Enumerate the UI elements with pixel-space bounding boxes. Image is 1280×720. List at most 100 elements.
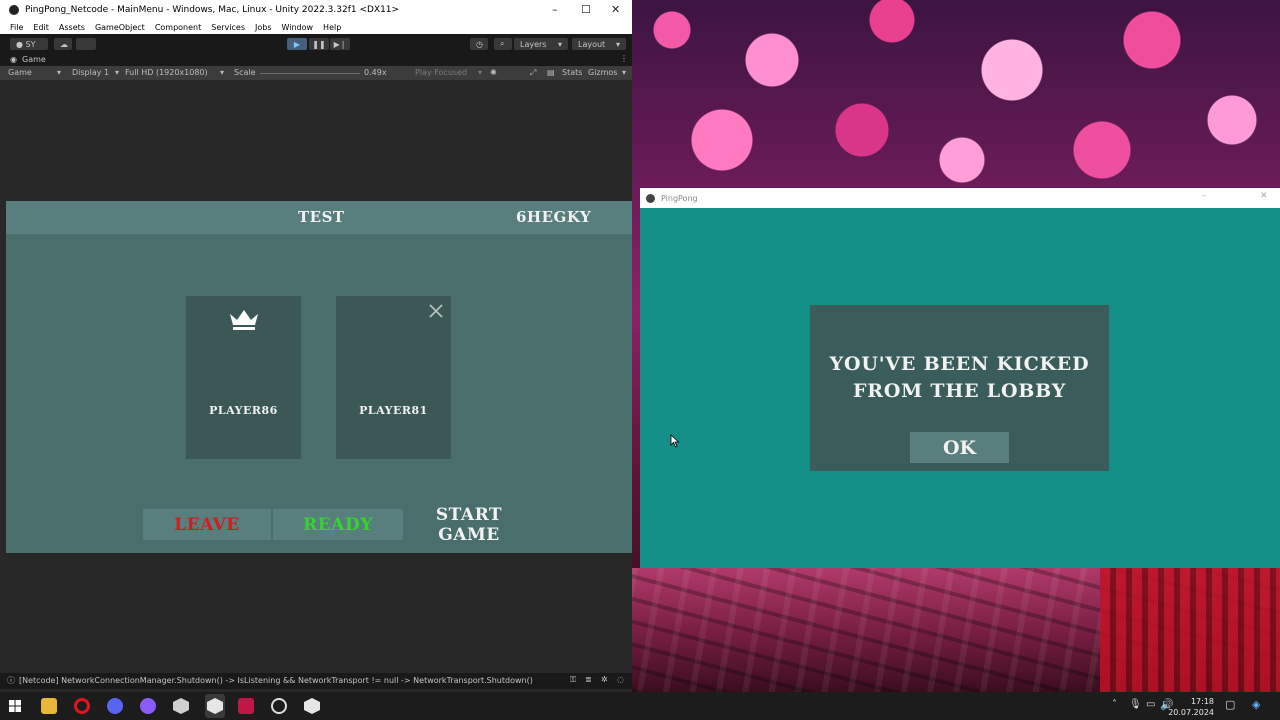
close-icon[interactable] — [428, 303, 444, 319]
minimize-icon[interactable]: – — [552, 3, 558, 16]
unity-menubar: File Edit Assets GameObject Component Se… — [0, 20, 632, 34]
close-icon[interactable]: ✕ — [1260, 191, 1268, 201]
obs-icon[interactable] — [271, 698, 287, 714]
resolution-chevron-down-icon: ▾ — [220, 68, 225, 77]
layers-label: Layers — [520, 39, 547, 49]
tab-menu-icon[interactable]: ⋮ — [620, 54, 628, 63]
scale-slider[interactable] — [260, 73, 360, 74]
resolution-dropdown[interactable]: Full HD (1920x1080) — [125, 68, 208, 77]
layers-stack-icon[interactable]: ≣ — [585, 675, 592, 684]
game-view-dropdown[interactable]: Game — [8, 68, 32, 77]
menu-jobs[interactable]: Jobs — [255, 23, 272, 32]
tray-overflow-chevron-icon[interactable]: ˄ — [1112, 699, 1117, 710]
info-icon: ⓘ — [7, 676, 15, 685]
layout-dropdown[interactable]: Layout ▾ — [572, 38, 626, 50]
unity-logo-icon — [9, 5, 19, 15]
tray-date[interactable]: 20.07.2024 — [1168, 708, 1214, 717]
player-card-guest: PLAYER81 — [336, 296, 451, 459]
leave-button[interactable]: LEAVE — [143, 509, 271, 540]
lobby-code[interactable]: 6HEGKY — [516, 208, 591, 226]
scale-value: 0.49x — [364, 68, 387, 77]
maximize-icon[interactable]: ☐ — [581, 3, 591, 16]
discord-icon[interactable] — [107, 698, 123, 714]
play-focused-chevron-down-icon: ▾ — [478, 68, 483, 77]
github-desktop-icon[interactable] — [140, 698, 156, 714]
gizmos-button[interactable]: Gizmos — [588, 68, 617, 77]
layout-label: Layout — [578, 39, 606, 49]
pingpong-window-title: PingPong — [661, 193, 698, 203]
menu-component[interactable]: Component — [155, 23, 201, 32]
crown-icon — [230, 310, 258, 330]
unity-hub-icon[interactable] — [173, 698, 189, 714]
layers-dropdown[interactable]: Layers ▾ — [514, 38, 568, 50]
toolbar-blank-button[interactable] — [76, 38, 96, 50]
stats-button[interactable]: Stats — [562, 68, 582, 77]
account-icon: ● — [16, 39, 26, 49]
widgets-icon[interactable]: ◈ — [1252, 698, 1260, 711]
layout-chevron-down-icon: ▾ — [615, 39, 620, 49]
menu-file[interactable]: File — [10, 23, 23, 32]
display-chevron-down-icon: ▾ — [115, 68, 120, 77]
file-explorer-icon[interactable] — [41, 698, 57, 714]
debug-icon[interactable]: ✲ — [601, 675, 608, 684]
menu-window[interactable]: Window — [282, 23, 314, 32]
play-focused-dropdown[interactable]: Play Focused — [415, 68, 467, 77]
network-icon[interactable]: ▭ — [1146, 699, 1155, 710]
lock-icon[interactable]: ⚿ — [570, 675, 576, 685]
lobby-name: TEST — [298, 208, 345, 226]
game-view-lobby — [6, 201, 632, 553]
console-status-bar[interactable]: ⓘ [Netcode] NetworkConnectionManager.Shu… — [0, 673, 632, 689]
tray-time[interactable]: 17:18 — [1191, 697, 1214, 706]
opera-browser-icon[interactable] — [74, 698, 90, 714]
close-icon[interactable]: ✕ — [611, 3, 620, 16]
game-tab-icon: ◉ — [10, 55, 17, 64]
rider-icon[interactable] — [238, 698, 254, 714]
ready-button[interactable]: READY — [273, 509, 403, 540]
kicked-dialog: YOU'VE BEEN KICKED FROM THE LOBBY OK — [810, 305, 1109, 471]
mute-audio-icon[interactable]: ✺ — [490, 68, 497, 77]
history-icon[interactable]: ◷ — [470, 38, 488, 50]
play-icon[interactable]: ▶ — [287, 38, 307, 50]
player-name: PLAYER81 — [359, 404, 428, 417]
console-message: [Netcode] NetworkConnectionManager.Shutd… — [19, 676, 533, 685]
kicked-message: YOU'VE BEEN KICKED FROM THE LOBBY — [829, 353, 1090, 402]
menu-edit[interactable]: Edit — [33, 23, 49, 32]
mouse-cursor-icon — [670, 434, 680, 448]
progress-icon[interactable]: ◌ — [617, 675, 624, 684]
wallpaper-red-wall — [1100, 568, 1280, 692]
menu-services[interactable]: Services — [211, 23, 245, 32]
gizmo-toggle-icon[interactable]: ⤢ — [530, 68, 536, 78]
unity-titlebar: PingPong_Netcode - MainMenu - Windows, M… — [0, 0, 632, 20]
cloud-icon[interactable]: ☁ — [54, 38, 72, 50]
scale-label: Scale — [234, 68, 256, 77]
pingpong-titlebar: PingPong – ✕ — [640, 188, 1280, 208]
windows-start-icon[interactable] — [9, 700, 21, 712]
display-dropdown[interactable]: Display 1 — [72, 68, 109, 77]
layers-chevron-down-icon: ▾ — [557, 39, 562, 49]
player-card-host: PLAYER86 — [186, 296, 301, 459]
unity-window-title: PingPong_Netcode - MainMenu - Windows, M… — [25, 5, 400, 15]
menu-gameobject[interactable]: GameObject — [95, 23, 145, 32]
gizmos-chevron-down-icon: ▾ — [622, 68, 627, 77]
minimize-icon[interactable]: – — [1202, 191, 1207, 201]
game-tab-bar: ◉ Game ⋮ — [0, 54, 632, 66]
ok-button[interactable]: OK — [910, 432, 1009, 463]
pingpong-taskbar-icon[interactable] — [304, 698, 320, 714]
menu-assets[interactable]: Assets — [59, 23, 85, 32]
game-view-chevron-down-icon: ▾ — [57, 68, 62, 77]
player-name: PLAYER86 — [209, 404, 278, 417]
tab-game[interactable]: Game — [22, 55, 46, 64]
pingpong-app-icon — [646, 193, 655, 203]
notification-icon[interactable]: ▢ — [1225, 698, 1235, 711]
search-icon[interactable]: ⌕ — [494, 38, 512, 50]
pause-icon[interactable]: ❚❚ — [309, 38, 329, 50]
account-label: SY — [25, 39, 36, 49]
menu-help[interactable]: Help — [323, 23, 341, 32]
start-game-button[interactable]: START GAME — [405, 505, 533, 545]
account-dropdown[interactable]: ● SY — [10, 38, 48, 50]
unity-toolbar: ● SY ☁ ▶ ❚❚ ▶❘ ◷ ⌕ Layers ▾ Layout ▾ — [0, 34, 632, 54]
microphone-icon[interactable]: 🎙 — [1129, 699, 1142, 710]
windows-taskbar: ˄ 🎙 ▭ 🔊 17:18 20.07.2024 ▢ ◈ — [0, 692, 1280, 720]
stats-icon: ▤ — [547, 68, 555, 77]
step-icon[interactable]: ▶❘ — [330, 38, 350, 50]
